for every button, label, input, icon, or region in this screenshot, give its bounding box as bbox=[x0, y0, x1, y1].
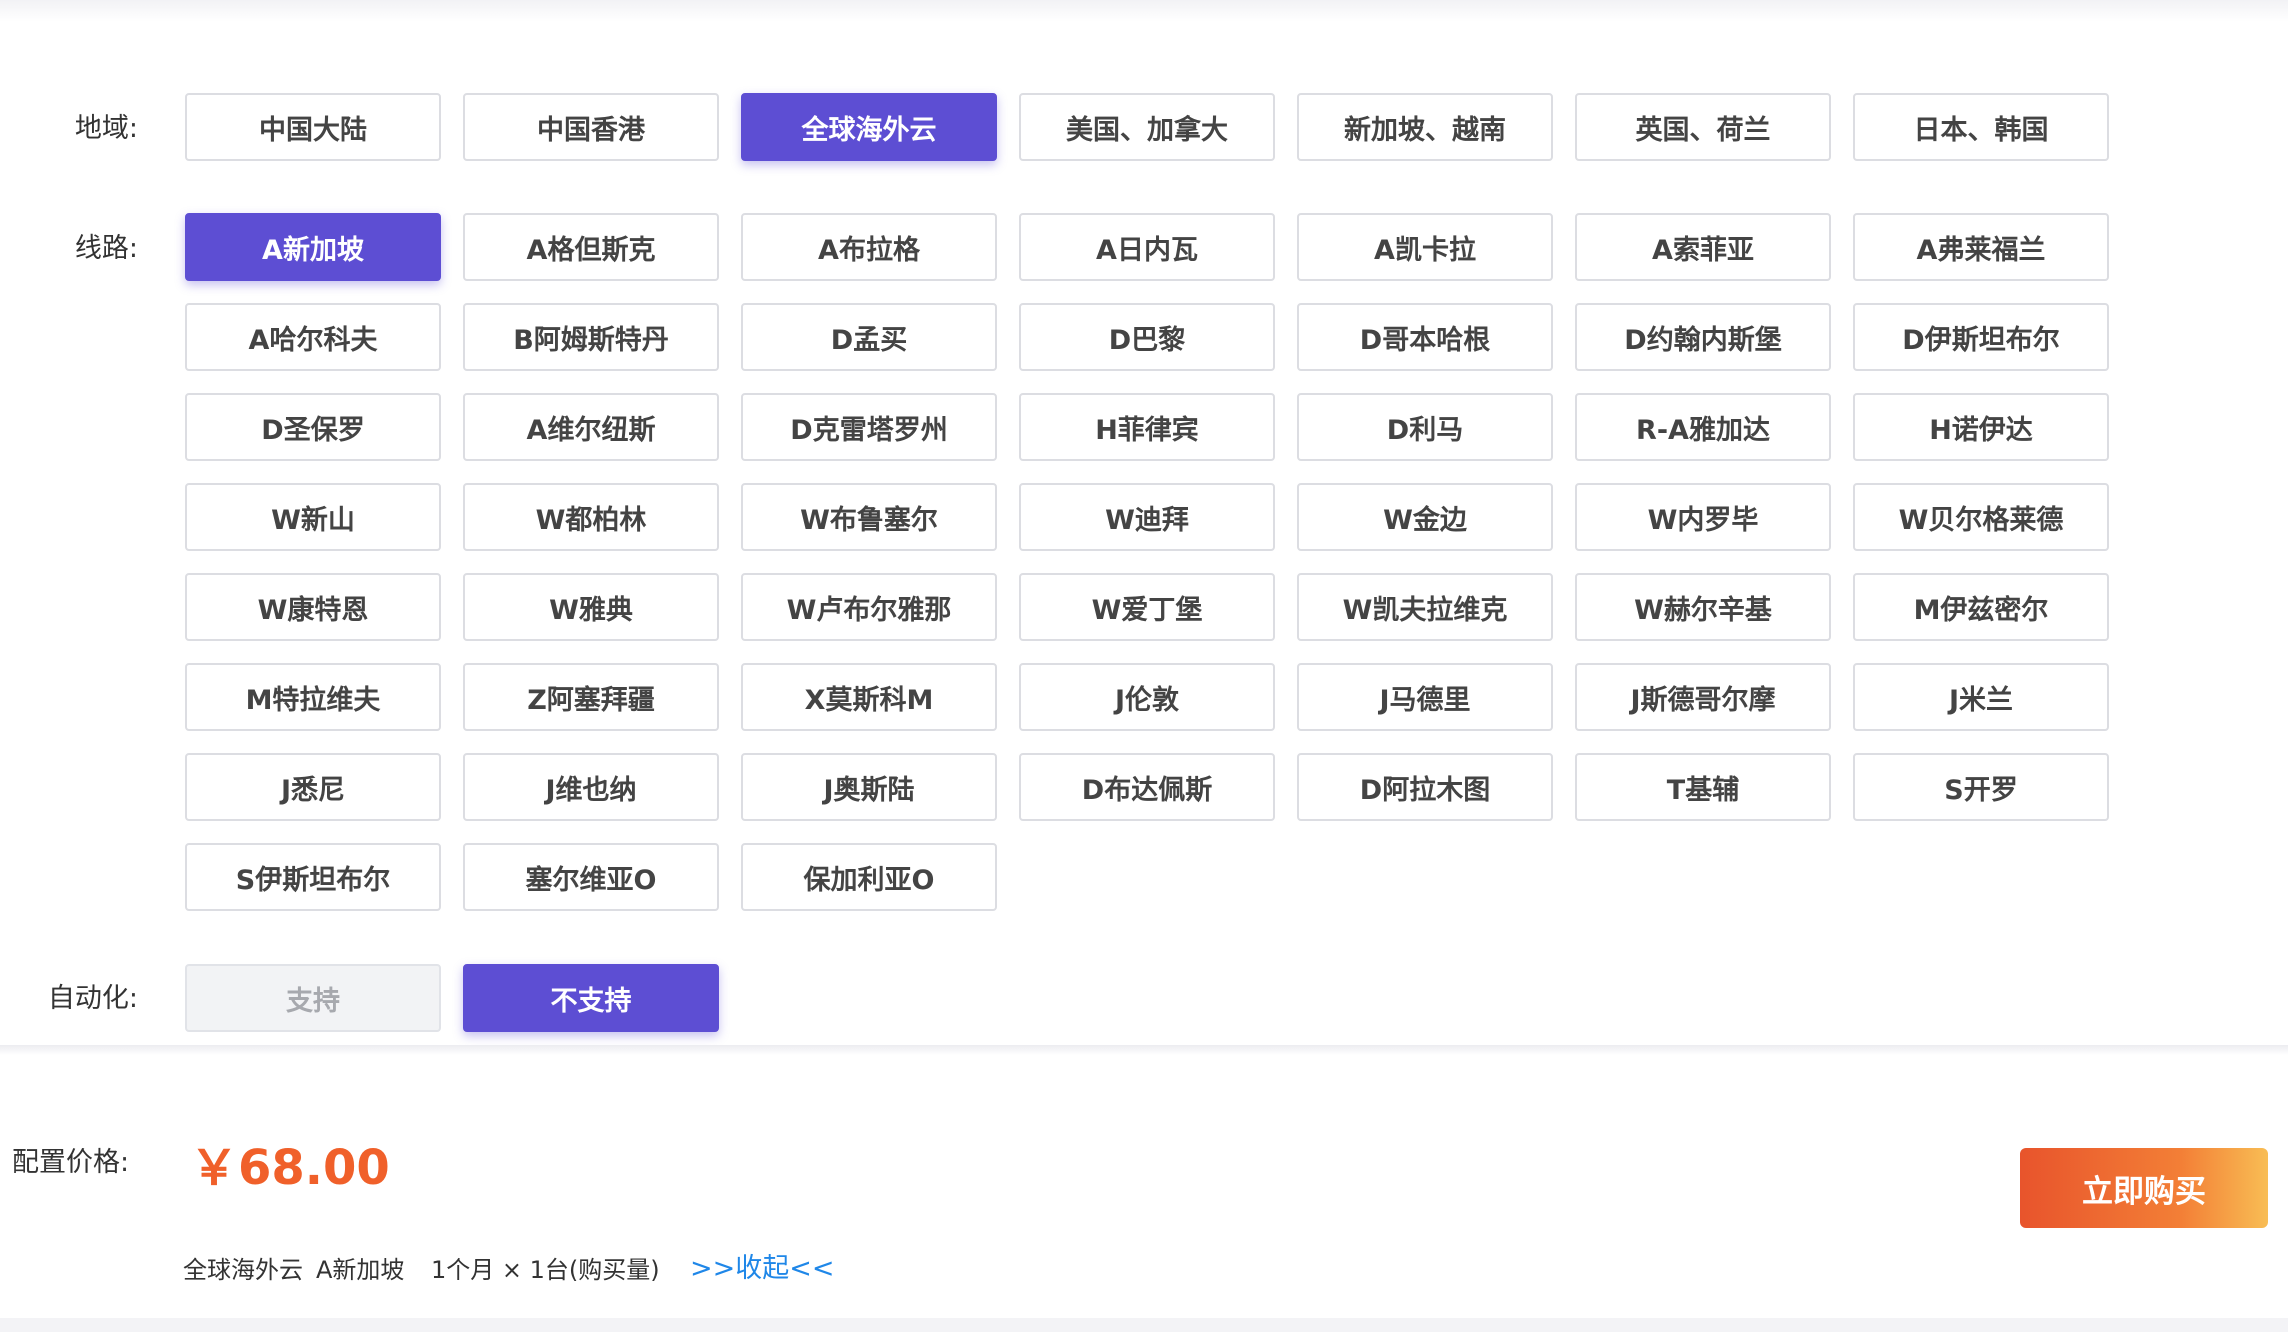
route-option[interactable]: B阿姆斯特丹 bbox=[463, 303, 719, 371]
route-option[interactable]: W凯夫拉维克 bbox=[1297, 573, 1553, 641]
route-option[interactable]: M伊兹密尔 bbox=[1853, 573, 2109, 641]
route-option[interactable]: S伊斯坦布尔 bbox=[185, 843, 441, 911]
top-shadow bbox=[0, 0, 2288, 22]
region-option[interactable]: 中国香港 bbox=[463, 93, 719, 161]
summary-region: 全球海外云 bbox=[183, 1256, 303, 1284]
price-label: 配置价格: bbox=[12, 1147, 130, 1178]
route-option[interactable]: A布拉格 bbox=[741, 213, 997, 281]
route-option[interactable]: J维也纳 bbox=[463, 753, 719, 821]
summary-quantity: 1个月 × 1台(购买量) bbox=[431, 1256, 660, 1284]
region-option[interactable]: 英国、荷兰 bbox=[1575, 93, 1831, 161]
automation-option[interactable]: 支持 bbox=[185, 964, 441, 1032]
route-option[interactable]: D克雷塔罗州 bbox=[741, 393, 997, 461]
route-option[interactable]: W内罗毕 bbox=[1575, 483, 1831, 551]
route-option[interactable]: J悉尼 bbox=[185, 753, 441, 821]
route-label: 线路: bbox=[74, 233, 138, 264]
section-divider bbox=[0, 1045, 2288, 1055]
route-option[interactable]: D约翰内斯堡 bbox=[1575, 303, 1831, 371]
route-option[interactable]: H菲律宾 bbox=[1019, 393, 1275, 461]
route-option[interactable]: D孟买 bbox=[741, 303, 997, 371]
route-option[interactable]: S开罗 bbox=[1853, 753, 2109, 821]
route-option[interactable]: W都柏林 bbox=[463, 483, 719, 551]
region-option[interactable]: 中国大陆 bbox=[185, 93, 441, 161]
buy-now-button[interactable]: 立即购买 bbox=[2020, 1148, 2268, 1228]
summary-route: A新加坡 bbox=[316, 1256, 405, 1284]
route-option[interactable]: D哥本哈根 bbox=[1297, 303, 1553, 371]
route-option[interactable]: A哈尔科夫 bbox=[185, 303, 441, 371]
route-option[interactable]: D布达佩斯 bbox=[1019, 753, 1275, 821]
route-option[interactable]: 塞尔维亚O bbox=[463, 843, 719, 911]
route-option[interactable]: R-A雅加达 bbox=[1575, 393, 1831, 461]
region-option[interactable]: 全球海外云 bbox=[741, 93, 997, 161]
automation-option[interactable]: 不支持 bbox=[463, 964, 719, 1032]
route-option[interactable]: A索菲亚 bbox=[1575, 213, 1831, 281]
route-option[interactable]: W赫尔辛基 bbox=[1575, 573, 1831, 641]
route-option[interactable]: W金边 bbox=[1297, 483, 1553, 551]
route-option[interactable]: A日内瓦 bbox=[1019, 213, 1275, 281]
route-option[interactable]: D利马 bbox=[1297, 393, 1553, 461]
region-option[interactable]: 新加坡、越南 bbox=[1297, 93, 1553, 161]
route-option[interactable]: W新山 bbox=[185, 483, 441, 551]
price-value: ￥68.00 bbox=[190, 1140, 390, 1196]
collapse-link[interactable]: >>收起<< bbox=[690, 1246, 835, 1285]
route-option[interactable]: D阿拉木图 bbox=[1297, 753, 1553, 821]
route-option[interactable]: W贝尔格莱德 bbox=[1853, 483, 2109, 551]
route-option[interactable]: D伊斯坦布尔 bbox=[1853, 303, 2109, 371]
route-option[interactable]: J斯德哥尔摩 bbox=[1575, 663, 1831, 731]
route-option[interactable]: A新加坡 bbox=[185, 213, 441, 281]
route-option[interactable]: H诺伊达 bbox=[1853, 393, 2109, 461]
route-option[interactable]: A格但斯克 bbox=[463, 213, 719, 281]
route-option[interactable]: W布鲁塞尔 bbox=[741, 483, 997, 551]
route-option[interactable]: W雅典 bbox=[463, 573, 719, 641]
route-option[interactable]: A维尔纽斯 bbox=[463, 393, 719, 461]
route-option[interactable]: A弗莱福兰 bbox=[1853, 213, 2109, 281]
region-label: 地域: bbox=[74, 113, 138, 144]
route-option[interactable]: T基辅 bbox=[1575, 753, 1831, 821]
region-option[interactable]: 美国、加拿大 bbox=[1019, 93, 1275, 161]
route-option[interactable]: A凯卡拉 bbox=[1297, 213, 1553, 281]
route-option[interactable]: W康特恩 bbox=[185, 573, 441, 641]
automation-label: 自动化: bbox=[47, 983, 138, 1014]
bottom-bar bbox=[0, 1318, 2288, 1332]
route-option[interactable]: Z阿塞拜疆 bbox=[463, 663, 719, 731]
route-option[interactable]: W爱丁堡 bbox=[1019, 573, 1275, 641]
route-option[interactable]: W迪拜 bbox=[1019, 483, 1275, 551]
route-option[interactable]: J奥斯陆 bbox=[741, 753, 997, 821]
route-option[interactable]: D巴黎 bbox=[1019, 303, 1275, 371]
route-option[interactable]: X莫斯科M bbox=[741, 663, 997, 731]
route-option[interactable]: J米兰 bbox=[1853, 663, 2109, 731]
route-option[interactable]: 保加利亚O bbox=[741, 843, 997, 911]
route-option[interactable]: D圣保罗 bbox=[185, 393, 441, 461]
route-option[interactable]: M特拉维夫 bbox=[185, 663, 441, 731]
region-option[interactable]: 日本、韩国 bbox=[1853, 93, 2109, 161]
route-option[interactable]: J马德里 bbox=[1297, 663, 1553, 731]
route-option[interactable]: W卢布尔雅那 bbox=[741, 573, 997, 641]
route-option[interactable]: J伦敦 bbox=[1019, 663, 1275, 731]
